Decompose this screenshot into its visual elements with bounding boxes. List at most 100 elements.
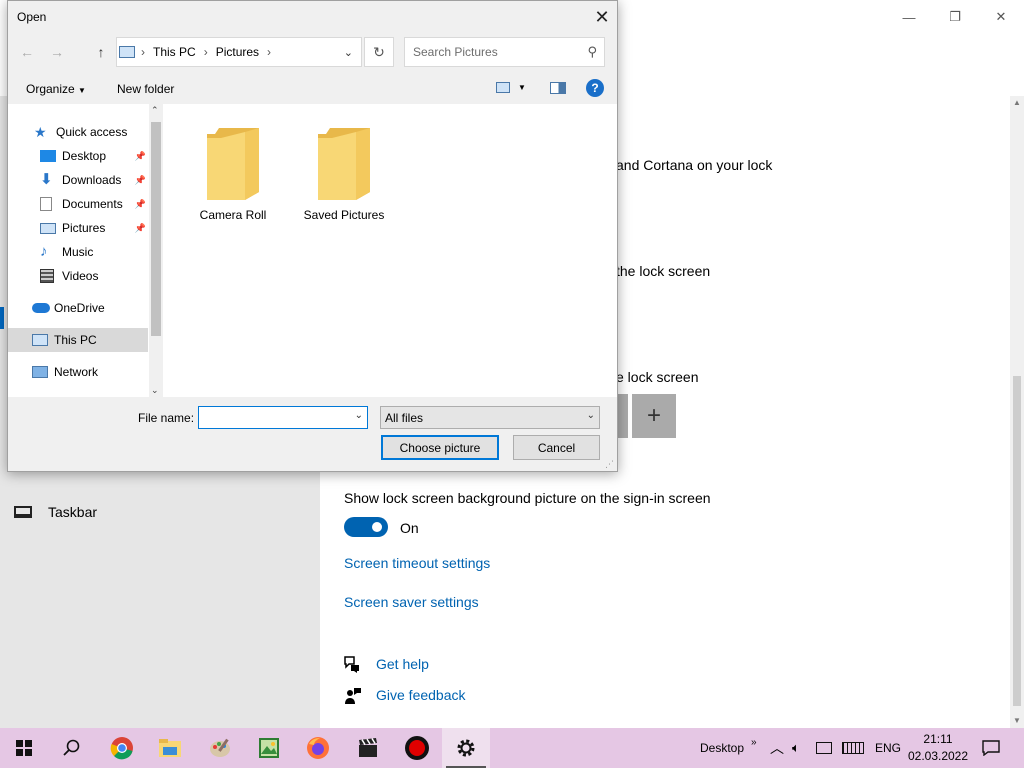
scroll-down-arrow-icon[interactable]: ⌄: [151, 385, 159, 396]
filename-input[interactable]: ⌄: [198, 406, 368, 429]
taskbar-icon: [14, 506, 32, 518]
start-button[interactable]: [0, 728, 48, 768]
breadcrumb-separator-icon: ›: [141, 45, 145, 59]
computer-icon: [32, 334, 48, 346]
folder-saved-pictures[interactable]: Saved Pictures: [289, 122, 399, 222]
view-icon: [496, 82, 510, 93]
keyboard-icon[interactable]: [842, 728, 864, 768]
breadcrumb-this-pc[interactable]: This PC: [153, 45, 196, 59]
sign-in-picture-toggle[interactable]: [344, 517, 388, 537]
app-tile[interactable]: [618, 394, 628, 438]
volume-icon[interactable]: 🔈︎: [792, 728, 800, 768]
nav-item-documents[interactable]: Documents 📌: [8, 192, 148, 216]
music-icon: ♪: [40, 243, 48, 260]
nav-item-music[interactable]: ♪ Music: [8, 240, 148, 264]
get-help-link[interactable]: Get help: [376, 656, 429, 672]
breadcrumb-pictures[interactable]: Pictures: [216, 45, 259, 59]
document-icon: [40, 197, 52, 211]
back-button[interactable]: ←: [16, 41, 38, 63]
nav-item-quick-access[interactable]: ★ Quick access: [8, 120, 148, 144]
choose-picture-button[interactable]: Choose picture: [381, 435, 499, 460]
preview-pane-button[interactable]: [550, 82, 566, 97]
restore-button[interactable]: ❐: [932, 6, 978, 28]
search-icon: [63, 739, 80, 756]
screen-timeout-link[interactable]: Screen timeout settings: [344, 555, 490, 571]
view-options-button[interactable]: ▼: [496, 82, 526, 93]
video-editor-icon: [359, 738, 377, 757]
chevron-down-icon[interactable]: ⌄: [344, 46, 353, 59]
firefox-icon: [307, 737, 329, 759]
file-type-select[interactable]: All files ⌄: [380, 406, 600, 429]
screen-saver-link[interactable]: Screen saver settings: [344, 594, 479, 610]
new-folder-button[interactable]: New folder: [117, 82, 174, 96]
chevron-down-icon[interactable]: ⌄: [355, 410, 363, 421]
pin-icon: 📌: [134, 222, 146, 233]
photos-button[interactable]: [245, 728, 293, 768]
forward-button[interactable]: →: [46, 41, 68, 63]
desktop-toolbar-label[interactable]: Desktop: [700, 728, 744, 768]
network-icon: [32, 366, 48, 378]
nav-pane-scrollbar[interactable]: ⌃ ⌄: [149, 104, 163, 397]
nav-item-this-pc[interactable]: This PC: [8, 328, 148, 352]
scroll-down-arrow-icon[interactable]: ▼: [1010, 714, 1024, 728]
nav-item-desktop[interactable]: Desktop 📌: [8, 144, 148, 168]
dialog-footer: File name: ⌄ All files ⌄ Choose picture …: [8, 397, 617, 472]
organize-button[interactable]: Organize ▼: [26, 82, 86, 96]
clock[interactable]: 21:11 02.03.2022: [908, 728, 968, 768]
close-icon: ✕: [594, 6, 610, 27]
paint-button[interactable]: [196, 728, 244, 768]
taskbar: Desktop » ︿ 🔈︎ ENG 21:11 02.03.2022: [0, 728, 1024, 768]
refresh-button[interactable]: ↻: [364, 37, 394, 67]
address-bar-row: ← → ↑ › This PC › Pictures › ⌄ ↻ Search …: [8, 37, 617, 67]
selected-indicator: [0, 307, 4, 329]
help-button[interactable]: ?: [586, 79, 604, 97]
firefox-button[interactable]: [294, 728, 342, 768]
address-bar[interactable]: › This PC › Pictures › ⌄: [116, 37, 362, 67]
nav-item-pictures[interactable]: Pictures 📌: [8, 216, 148, 240]
chrome-button[interactable]: [98, 728, 146, 768]
clock-time: 21:11: [923, 732, 953, 746]
pin-icon: 📌: [134, 198, 146, 209]
recorder-icon: [405, 736, 429, 760]
nav-item-videos[interactable]: Videos: [8, 264, 148, 288]
language-indicator[interactable]: ENG: [875, 728, 901, 768]
navigation-pane: ★ Quick access Desktop 📌 ⬇ Downloads 📌 Docum…: [8, 104, 163, 397]
settings-taskbar-button[interactable]: [442, 728, 490, 768]
breadcrumb-separator-icon: ›: [267, 45, 272, 59]
nav-item-network[interactable]: Network: [8, 360, 148, 384]
dialog-title: Open: [17, 10, 47, 24]
file-explorer-icon: [159, 739, 181, 757]
minimize-button[interactable]: —: [886, 6, 932, 28]
notifications-button[interactable]: [982, 728, 1000, 768]
chevron-down-icon: ⌄: [586, 410, 595, 421]
recorder-button[interactable]: [393, 728, 441, 768]
pin-icon: 📌: [134, 174, 146, 185]
nav-item-onedrive[interactable]: OneDrive: [8, 296, 148, 320]
scroll-up-arrow-icon[interactable]: ▲: [1010, 96, 1024, 110]
dialog-close-button[interactable]: ✕: [587, 1, 617, 33]
scrollbar-thumb[interactable]: [151, 122, 161, 336]
resize-grip-icon[interactable]: ⋰: [605, 459, 614, 470]
search-input[interactable]: Search Pictures ⚲: [404, 37, 605, 67]
network-tray-icon[interactable]: [816, 728, 832, 768]
sidebar-item-taskbar[interactable]: Taskbar: [14, 504, 97, 520]
show-hidden-icons-chevron-up-icon[interactable]: ︿: [770, 728, 784, 768]
nav-item-downloads[interactable]: ⬇ Downloads 📌: [8, 168, 148, 192]
close-window-button[interactable]: ✕: [978, 6, 1024, 28]
file-explorer-button[interactable]: [146, 728, 194, 768]
scroll-up-arrow-icon[interactable]: ⌃: [151, 105, 159, 116]
taskbar-search-button[interactable]: [48, 728, 96, 768]
video-editor-button[interactable]: [344, 728, 392, 768]
toolbar-expand-icon[interactable]: »: [751, 722, 757, 762]
up-button[interactable]: ↑: [90, 41, 112, 63]
cancel-button[interactable]: Cancel: [513, 435, 600, 460]
chrome-icon: [110, 737, 133, 760]
give-feedback-link[interactable]: Give feedback: [376, 687, 466, 703]
help-icon: [343, 655, 361, 676]
add-app-button[interactable]: +: [632, 394, 676, 438]
breadcrumb-separator-icon: ›: [203, 45, 208, 59]
settings-scrollbar[interactable]: ▲ ▼: [1010, 96, 1024, 728]
download-icon: ⬇: [40, 171, 53, 188]
folder-camera-roll[interactable]: Camera Roll: [178, 122, 288, 222]
scrollbar-thumb[interactable]: [1013, 376, 1021, 706]
